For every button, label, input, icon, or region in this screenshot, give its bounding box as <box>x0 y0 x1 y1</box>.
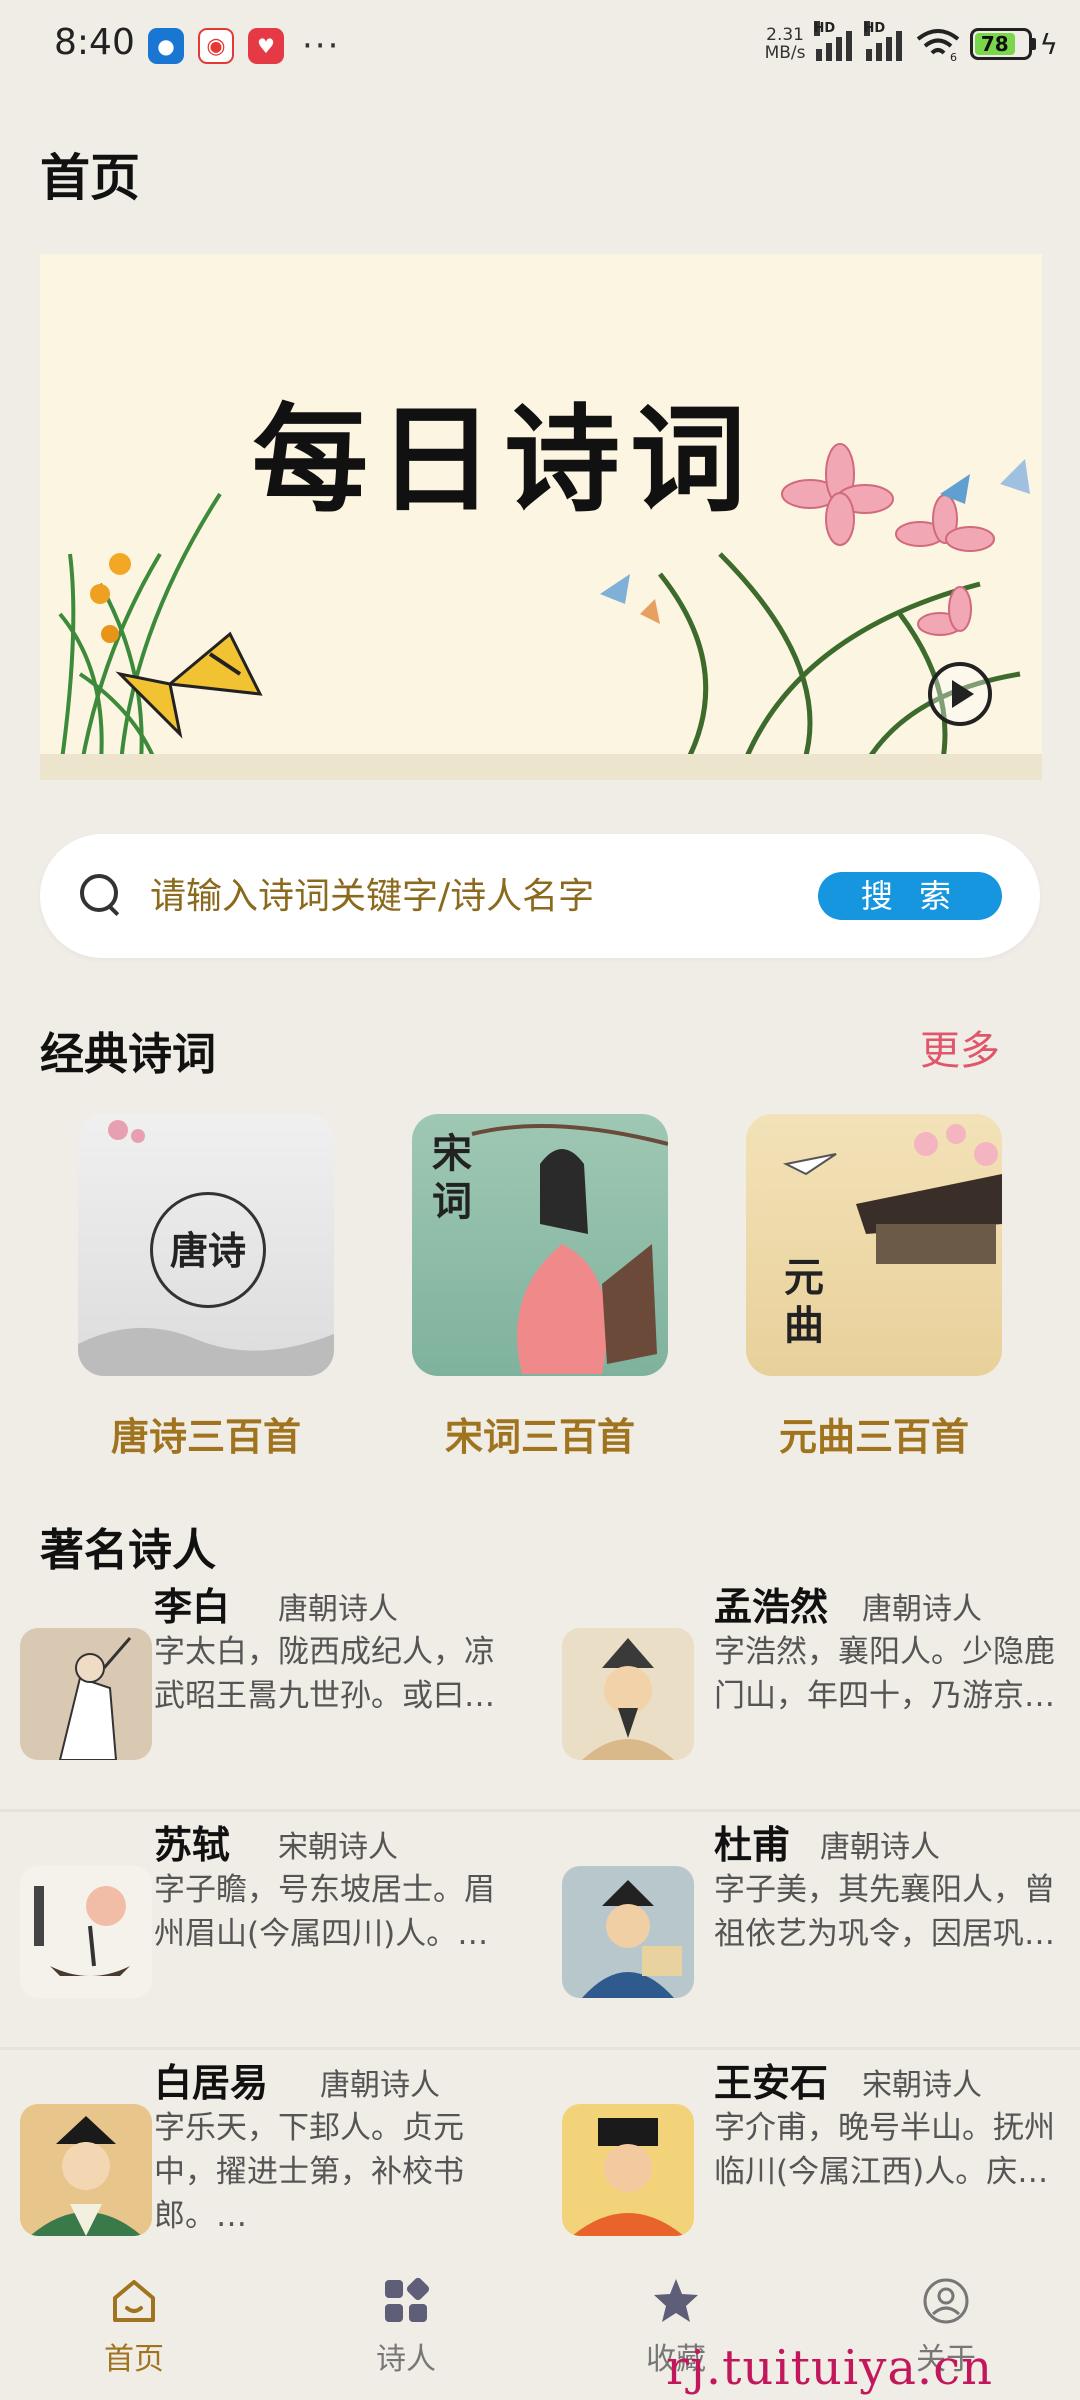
poet-dynasty: 唐朝诗人 <box>320 2068 440 2103</box>
classic-card-song[interactable]: 宋词 宋词三百首 <box>412 1114 668 1461</box>
poet-description: 字子瞻，号东坡居士。眉州眉山(今属四川)人。… <box>154 1872 495 1952</box>
charging-icon: ϟ <box>1039 27 1058 61</box>
profile-icon <box>923 2278 969 2324</box>
wifi-icon: 6 <box>916 29 959 61</box>
poet-name: 王安石 <box>714 2061 829 2105</box>
more-notifications-icon: ··· <box>302 26 341 66</box>
poet-dynasty: 宋朝诗人 <box>278 1830 398 1865</box>
poet-name: 苏轼 <box>154 1823 231 1867</box>
play-icon[interactable] <box>928 662 992 726</box>
tang-poetry-cover: 唐诗 <box>78 1114 334 1376</box>
grid-icon <box>385 2277 430 2322</box>
page-title: 首页 <box>40 149 140 207</box>
status-time: 8:40 <box>54 22 135 63</box>
poet-name: 白居易 <box>154 2061 269 2105</box>
poet-name: 李白 <box>154 1585 231 1629</box>
signal-icon-2: HD <box>863 21 906 61</box>
poet-avatar <box>20 1628 152 1760</box>
poets-section-title: 著名诗人 <box>40 1525 216 1576</box>
battery-icon: 78 ϟ <box>969 27 1058 61</box>
nav-poets[interactable]: 诗人 <box>336 2276 476 2378</box>
cover-text: 宋词 <box>432 1131 472 1225</box>
poet-card-sushi[interactable]: 苏轼 宋朝诗人 字子瞻，号东坡居士。眉州眉山(今属四川)人。… <box>0 1814 530 2050</box>
poet-description: 字浩然，襄阳人。少隐鹿门山，年四十，乃游京… <box>714 1634 1055 1714</box>
song-ci-cover: 宋词 <box>412 1114 668 1376</box>
poet-name: 杜甫 <box>714 1823 791 1867</box>
nav-label: 首页 <box>104 2342 164 2377</box>
banner-title: 每日诗词 <box>252 393 756 528</box>
poet-dynasty: 宋朝诗人 <box>862 2068 982 2103</box>
more-link[interactable]: 更多 <box>920 1018 1000 1076</box>
classics-section-title: 经典诗词 <box>40 1029 216 1080</box>
poet-card-menghaoran[interactable]: 孟浩然 唐朝诗人 字浩然，襄阳人。少隐鹿门山，年四十，乃游京… <box>540 1576 1070 1812</box>
signal-icon: HD <box>813 21 856 61</box>
classic-card-yuan[interactable]: 元曲 元曲三百首 <box>746 1114 1002 1461</box>
poet-row: 李白 唐朝诗人 字太白，陇西成纪人，凉武昭王暠九世孙。或曰… 孟浩然 唐朝诗人 … <box>0 1576 1080 1812</box>
watermark: rj.tuituiya.cn <box>666 2340 993 2396</box>
home-icon <box>113 2280 155 2322</box>
poet-dynasty: 唐朝诗人 <box>278 1592 398 1627</box>
poet-avatar <box>20 1866 152 1998</box>
search-button[interactable]: 搜 索 <box>818 872 1002 920</box>
classic-label: 宋词三百首 <box>444 1415 635 1459</box>
poet-avatar <box>20 2104 152 2236</box>
status-bar: 8:40 ● ◉ ♥ ··· 2.31 MB/s HD HD 6 78 ϟ <box>0 0 1080 92</box>
star-icon <box>654 2279 698 2322</box>
nav-home[interactable]: 首页 <box>64 2276 204 2378</box>
notification-icons: ● ◉ ♥ ··· <box>148 28 340 64</box>
poet-avatar <box>562 1628 694 1760</box>
search-input[interactable] <box>150 866 830 926</box>
nav-label: 诗人 <box>376 2342 436 2377</box>
poet-card-libai[interactable]: 李白 唐朝诗人 字太白，陇西成纪人，凉武昭王暠九世孙。或曰… <box>0 1576 530 1812</box>
search-icon <box>80 874 122 916</box>
poet-card-dufu[interactable]: 杜甫 唐朝诗人 字子美，其先襄阳人，曾祖依艺为巩令，因居巩… <box>540 1814 1070 2050</box>
classic-label: 元曲三百首 <box>778 1415 969 1459</box>
poet-dynasty: 唐朝诗人 <box>862 1592 982 1627</box>
poet-avatar <box>562 2104 694 2236</box>
poet-row: 苏轼 宋朝诗人 字子瞻，号东坡居士。眉州眉山(今属四川)人。… 杜甫 唐朝诗人 … <box>0 1814 1080 2050</box>
poet-dynasty: 唐朝诗人 <box>820 1830 940 1865</box>
network-speed: 2.31 MB/s <box>764 25 806 63</box>
poet-description: 字介甫，晚号半山。抚州临川(今属江西)人。庆… <box>714 2110 1055 2190</box>
battery-level: 78 <box>974 32 1016 56</box>
poet-description: 字子美，其先襄阳人，曾祖依艺为巩令，因居巩… <box>714 1872 1055 1952</box>
search-bar: 搜 索 <box>40 834 1040 958</box>
yuan-qu-cover: 元曲 <box>746 1114 1002 1376</box>
status-right: 2.31 MB/s HD HD 6 78 ϟ <box>764 21 1058 63</box>
poet-description: 字太白，陇西成纪人，凉武昭王暠九世孙。或曰… <box>154 1634 495 1714</box>
svg-text:6: 6 <box>950 51 957 61</box>
daily-poetry-banner[interactable]: 每日诗词 <box>40 254 1042 780</box>
weibo-notification-icon: ◉ <box>198 28 234 64</box>
classic-card-tang[interactable]: 唐诗 唐诗三百首 <box>78 1114 334 1461</box>
poet-name: 孟浩然 <box>714 1585 829 1629</box>
cover-text: 唐诗 <box>150 1192 266 1308</box>
classic-label: 唐诗三百首 <box>110 1415 301 1459</box>
app-notification-icon: ● <box>148 28 184 64</box>
poet-description: 字乐天，下邽人。贞元中，擢进士第，补校书郎。… <box>154 2110 464 2234</box>
cover-text: 元曲 <box>784 1255 824 1349</box>
poet-avatar <box>562 1866 694 1998</box>
app-notification-icon-2: ♥ <box>248 28 284 64</box>
